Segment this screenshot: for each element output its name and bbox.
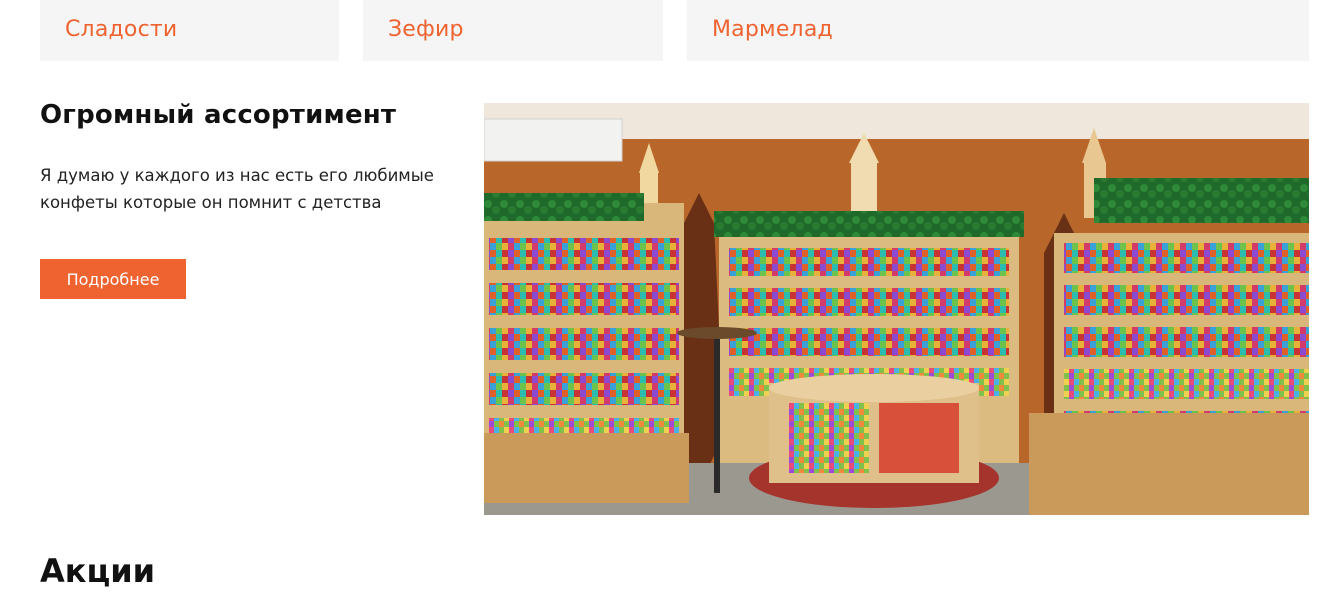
category-label: Зефир [388, 17, 464, 42]
category-card-marmalade[interactable]: Мармелад [687, 0, 1309, 61]
more-button[interactable]: Подробнее [40, 259, 186, 299]
section-title-sales: Акции [40, 552, 156, 590]
category-card-zefir[interactable]: Зефир [363, 0, 663, 61]
promo-description: Я думаю у каждого из нас есть его любимы… [40, 166, 434, 212]
category-label: Сладости [65, 17, 178, 42]
category-label: Мармелад [712, 17, 833, 42]
category-card-sweets[interactable]: Сладости [40, 0, 339, 61]
page: Сладости Зефир Мармелад Огромный ассорти… [0, 0, 1344, 614]
store-photo [484, 103, 1309, 515]
promo-title: Огромный ассортимент [40, 100, 397, 130]
